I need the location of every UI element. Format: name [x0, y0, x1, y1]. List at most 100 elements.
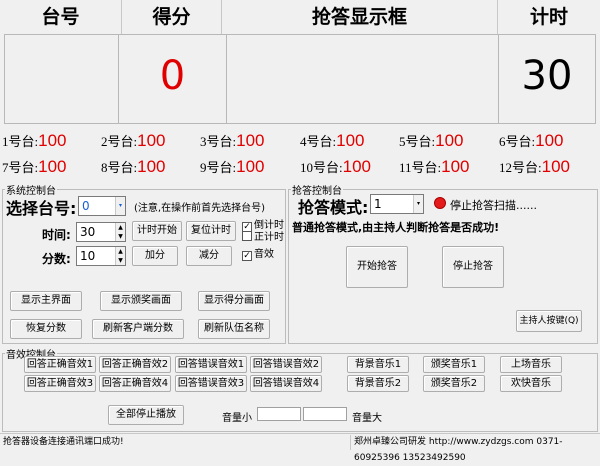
show-score-button[interactable]: 显示得分画面: [198, 291, 270, 311]
board-team-cell: [5, 35, 119, 123]
team-score-item: 8号台:100: [101, 157, 166, 177]
team-label: 1号台:: [2, 134, 39, 149]
team-label: 5号台:: [399, 134, 436, 149]
buzz-mode-description: 普通抢答模式,由主持人判断抢答是否成功!: [292, 221, 500, 234]
score-step-label: 分数:: [42, 252, 71, 266]
select-team-dropdown[interactable]: 0 ▾: [78, 196, 126, 216]
team-label: 3号台:: [200, 134, 237, 149]
buzz-scan-status: 停止抢答扫描......: [450, 199, 537, 212]
team-score-item: 5号台:100: [399, 131, 464, 151]
board-score-cell: 0: [119, 35, 227, 123]
team-score-item: 3号台:100: [200, 131, 265, 151]
chevron-down-icon[interactable]: ▾: [413, 195, 423, 213]
header-display: 抢答显示框: [222, 0, 498, 34]
sound-effect-button[interactable]: 回答错误音效1: [175, 356, 247, 373]
team-score-value: 100: [38, 157, 67, 176]
header-team: 台号: [0, 0, 122, 34]
score-board: 0 30: [4, 34, 596, 124]
time-value: 30: [80, 225, 96, 239]
select-team-value: 0: [82, 199, 90, 213]
checkbox-empty-icon: [242, 231, 252, 241]
sound-effect-checkbox[interactable]: ✓ 音效: [242, 249, 274, 261]
team-score-item: 6号台:100: [499, 131, 564, 151]
sound-effect-button[interactable]: 背景音乐2: [347, 375, 409, 392]
status-separator: [350, 435, 351, 450]
team-score-item: 2号台:100: [101, 131, 166, 151]
volume-track-right: [303, 407, 347, 421]
volume-low-label: 音量小: [222, 413, 252, 424]
team-score-value: 100: [441, 157, 470, 176]
host-key-button[interactable]: 主持人按键(Q): [516, 310, 582, 332]
checkbox-checked-icon: ✓: [242, 251, 252, 261]
team-score-value: 100: [38, 131, 67, 150]
buzz-mode-dropdown[interactable]: 1 ▾: [370, 194, 424, 214]
status-company-info: 郑州卓臻公司研发 http://www.zydzgs.com 0371-6092…: [354, 437, 563, 463]
score-step-value: 10: [80, 249, 96, 263]
sound-effect-button[interactable]: 回答正确音效3: [24, 375, 96, 392]
score-header: 台号 得分 抢答显示框 计时: [0, 0, 600, 34]
sound-effect-button[interactable]: 上场音乐: [500, 356, 562, 373]
team-score-value: 100: [137, 131, 166, 150]
sound-effect-button[interactable]: 回答正确音效2: [99, 356, 171, 373]
sound-effect-button[interactable]: 回答错误音效4: [250, 375, 322, 392]
reset-timer-button[interactable]: 复位计时: [186, 221, 236, 241]
sound-effect-button[interactable]: 回答正确音效4: [99, 375, 171, 392]
stepper-arrows-icon[interactable]: ▲ ▼: [115, 247, 125, 265]
subtract-score-button[interactable]: 减分: [186, 246, 232, 266]
sound-effect-button[interactable]: 颁奖音乐1: [423, 356, 485, 373]
chevron-down-icon[interactable]: ▾: [115, 197, 125, 215]
select-team-note: (注意,在操作前首先选择台号): [134, 203, 265, 214]
board-timer-cell: 30: [499, 35, 595, 123]
restore-score-button[interactable]: 恢复分数: [10, 319, 82, 339]
team-score-item: 4号台:100: [300, 131, 365, 151]
sound-effect-button[interactable]: 回答错误音效2: [250, 356, 322, 373]
current-score: 0: [159, 53, 186, 99]
board-display-cell: [227, 35, 499, 123]
refresh-client-score-button[interactable]: 刷新客户端分数: [92, 319, 184, 339]
buzz-mode-value: 1: [374, 197, 382, 211]
team-label: 12号台:: [499, 160, 542, 175]
team-score-value: 100: [236, 131, 265, 150]
sound-effect-button[interactable]: 背景音乐1: [347, 356, 409, 373]
header-timer: 计时: [529, 6, 568, 28]
team-score-value: 100: [435, 131, 464, 150]
refresh-team-names-button[interactable]: 刷新队伍名称: [198, 319, 270, 339]
header-score: 得分: [122, 0, 222, 34]
sound-effect-button[interactable]: 回答正确音效1: [24, 356, 96, 373]
time-label: 时间:: [42, 228, 71, 242]
sound-effect-button[interactable]: 回答错误音效3: [175, 375, 247, 392]
score-step-stepper[interactable]: 10 ▲ ▼: [76, 246, 126, 266]
status-bar: 抢答器设备连接通讯端口成功! 郑州卓臻公司研发 http://www.zydzg…: [0, 433, 600, 463]
team-score-item: 1号台:100: [2, 131, 67, 151]
sound-effect-button[interactable]: 颁奖音乐2: [423, 375, 485, 392]
show-main-button[interactable]: 显示主界面: [10, 291, 82, 311]
volume-slider[interactable]: [255, 405, 347, 423]
countup-checkbox[interactable]: 正计时: [242, 231, 284, 244]
buzz-mode-label: 抢答模式:: [298, 198, 369, 217]
buzz-status-indicator-icon: [434, 197, 446, 209]
team-label: 6号台:: [499, 134, 536, 149]
team-score-item: 7号台:100: [2, 157, 67, 177]
team-score-item: 11号台:100: [399, 157, 470, 177]
time-stepper[interactable]: 30 ▲ ▼: [76, 222, 126, 242]
team-score-value: 100: [236, 157, 265, 176]
team-label: 7号台:: [2, 160, 39, 175]
team-score-item: 10号台:100: [300, 157, 371, 177]
stepper-arrows-icon[interactable]: ▲ ▼: [115, 223, 125, 241]
team-score-item: 9号台:100: [200, 157, 265, 177]
team-score-value: 100: [541, 157, 570, 176]
team-label: 11号台:: [399, 160, 442, 175]
team-label: 2号台:: [101, 134, 138, 149]
start-buzz-button[interactable]: 开始抢答: [346, 246, 408, 288]
sound-effect-button[interactable]: 欢快音乐: [500, 375, 562, 392]
show-award-button[interactable]: 显示颁奖画面: [100, 291, 182, 311]
team-score-value: 100: [535, 131, 564, 150]
volume-track-left: [257, 407, 301, 421]
team-score-value: 100: [336, 131, 365, 150]
start-timer-button[interactable]: 计时开始: [132, 221, 182, 241]
add-score-button[interactable]: 加分: [132, 246, 178, 266]
volume-high-label: 音量大: [352, 413, 382, 424]
team-label: 4号台:: [300, 134, 337, 149]
stop-buzz-button[interactable]: 停止抢答: [442, 246, 504, 288]
stop-all-playback-button[interactable]: 全部停止播放: [108, 405, 184, 425]
